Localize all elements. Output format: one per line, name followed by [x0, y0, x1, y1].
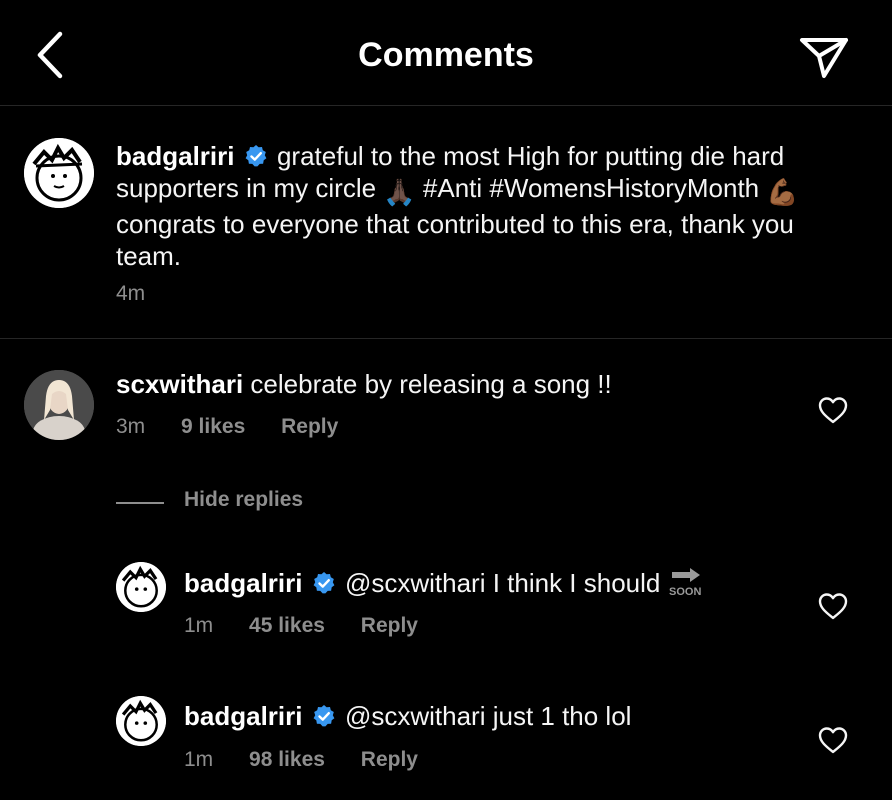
avatar[interactable] [24, 370, 94, 440]
reply-time: 1m [184, 614, 214, 637]
reply-text: badgalriri @scxwithari I think I should … [184, 566, 784, 599]
reply-body: @scxwithari just 1 tho lol [344, 701, 632, 731]
soon-arrow-icon: SOON [669, 568, 702, 598]
comment-time: 3m [116, 415, 146, 438]
page-title: Comments [358, 36, 534, 74]
avatar[interactable] [116, 696, 166, 746]
reply-button[interactable]: Reply [361, 748, 418, 772]
reply-item: badgalriri @scxwithari I think I should … [0, 540, 892, 670]
caption-hashtags[interactable]: #Anti #WomensHistoryMonth [423, 173, 759, 203]
caption-time: 4m [116, 282, 146, 305]
reply-username[interactable]: badgalriri [184, 701, 302, 731]
comment-body: celebrate by releasing a song !! [250, 369, 612, 399]
reply-button[interactable]: Reply [361, 614, 418, 638]
comment-text: scxwithari celebrate by releasing a song… [116, 368, 796, 400]
hide-replies-label: Hide replies [184, 488, 304, 511]
header: Comments [0, 0, 892, 106]
reply-username[interactable]: badgalriri [184, 568, 302, 598]
praying-hands-icon: 🙏🏿 [383, 177, 416, 207]
caption-username[interactable]: badgalriri [116, 141, 234, 171]
caption-meta: 4m [116, 282, 175, 306]
verified-badge-icon [245, 145, 267, 167]
profile-photo-icon [24, 370, 94, 440]
likes-count[interactable]: 9 likes [181, 415, 245, 439]
caption-text-part3: congrats to everyone that contributed to… [116, 209, 794, 271]
caption: badgalriri grateful to the most High for… [0, 106, 892, 339]
avatar[interactable] [24, 138, 94, 208]
cartoon-avatar-icon [116, 696, 166, 746]
reply-text: badgalriri @scxwithari just 1 tho lol [184, 700, 784, 732]
heart-icon[interactable] [818, 592, 848, 620]
reply-item: badgalriri @scxwithari just 1 tho lol 1m… [0, 674, 892, 800]
caption-text: badgalriri grateful to the most High for… [116, 140, 856, 272]
comment-meta: 3m 9 likes Reply [116, 415, 368, 439]
reply-time: 1m [184, 748, 214, 771]
heart-icon[interactable] [818, 726, 848, 754]
svg-text:SOON: SOON [669, 586, 701, 598]
comment-item: scxwithari celebrate by releasing a song… [0, 340, 892, 480]
reply-meta: 1m 45 likes Reply [184, 614, 448, 638]
comment-username[interactable]: scxwithari [116, 369, 243, 399]
avatar[interactable] [116, 562, 166, 612]
likes-count[interactable]: 45 likes [249, 614, 325, 638]
reply-meta: 1m 98 likes Reply [184, 748, 448, 772]
verified-badge-icon [313, 705, 335, 727]
likes-count[interactable]: 98 likes [249, 748, 325, 772]
reply-body: @scxwithari I think I should [344, 568, 661, 598]
verified-badge-icon [313, 572, 335, 594]
cartoon-avatar-icon [116, 562, 166, 612]
flexed-biceps-icon: 💪🏾 [766, 177, 799, 207]
heart-icon[interactable] [818, 396, 848, 424]
reply-button[interactable]: Reply [281, 415, 338, 439]
share-button[interactable] [798, 34, 850, 80]
divider-line [116, 502, 164, 504]
cartoon-avatar-icon [24, 138, 94, 208]
send-icon [800, 38, 848, 78]
